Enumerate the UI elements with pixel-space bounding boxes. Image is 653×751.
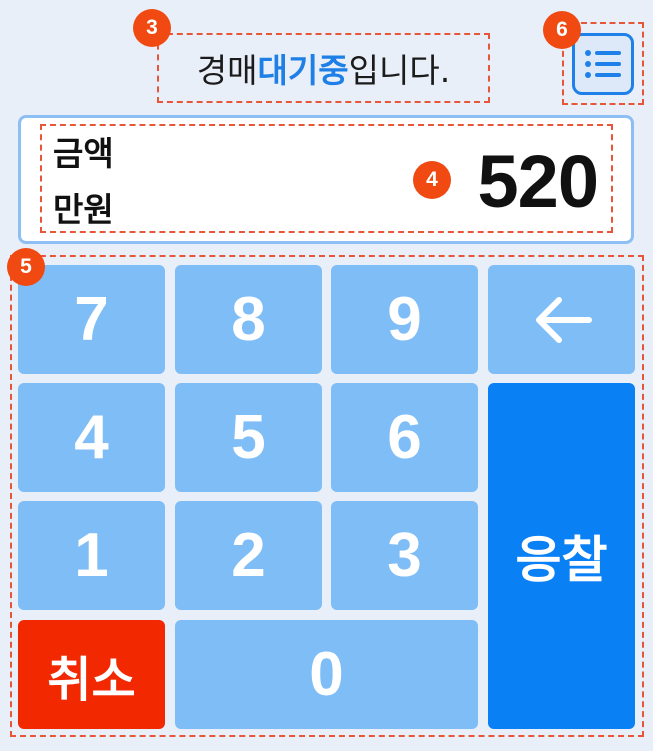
annotation-badge-5: 5 xyxy=(7,248,45,286)
key-7[interactable]: 7 xyxy=(18,265,165,374)
key-4[interactable]: 4 xyxy=(18,383,165,492)
cancel-button[interactable]: 취소 xyxy=(18,620,165,729)
key-8[interactable]: 8 xyxy=(175,265,322,374)
annotation-badge-3: 3 xyxy=(133,9,171,47)
auction-status: 경매 대기중 입니다. xyxy=(157,33,490,103)
annotation-badge-4: 4 xyxy=(413,161,451,199)
amount-value: 520 xyxy=(477,140,599,223)
menu-button[interactable] xyxy=(572,33,634,95)
arrow-left-icon xyxy=(535,296,592,343)
key-3[interactable]: 3 xyxy=(331,501,478,610)
key-1[interactable]: 1 xyxy=(18,501,165,610)
annotation-badge-6: 6 xyxy=(543,11,581,49)
backspace-button[interactable] xyxy=(488,265,635,374)
key-6[interactable]: 6 xyxy=(331,383,478,492)
status-prefix: 경매 xyxy=(196,51,258,90)
key-0[interactable]: 0 xyxy=(175,620,478,729)
amount-unit-label: 만원 xyxy=(53,190,114,229)
key-2[interactable]: 2 xyxy=(175,501,322,610)
bid-button[interactable]: 응찰 xyxy=(488,383,635,729)
list-icon xyxy=(585,50,621,78)
status-suffix: 입니다. xyxy=(348,51,451,90)
status-highlight: 대기중 xyxy=(257,51,349,90)
key-9[interactable]: 9 xyxy=(331,265,478,374)
amount-label: 금액 xyxy=(53,134,114,173)
key-5[interactable]: 5 xyxy=(175,383,322,492)
